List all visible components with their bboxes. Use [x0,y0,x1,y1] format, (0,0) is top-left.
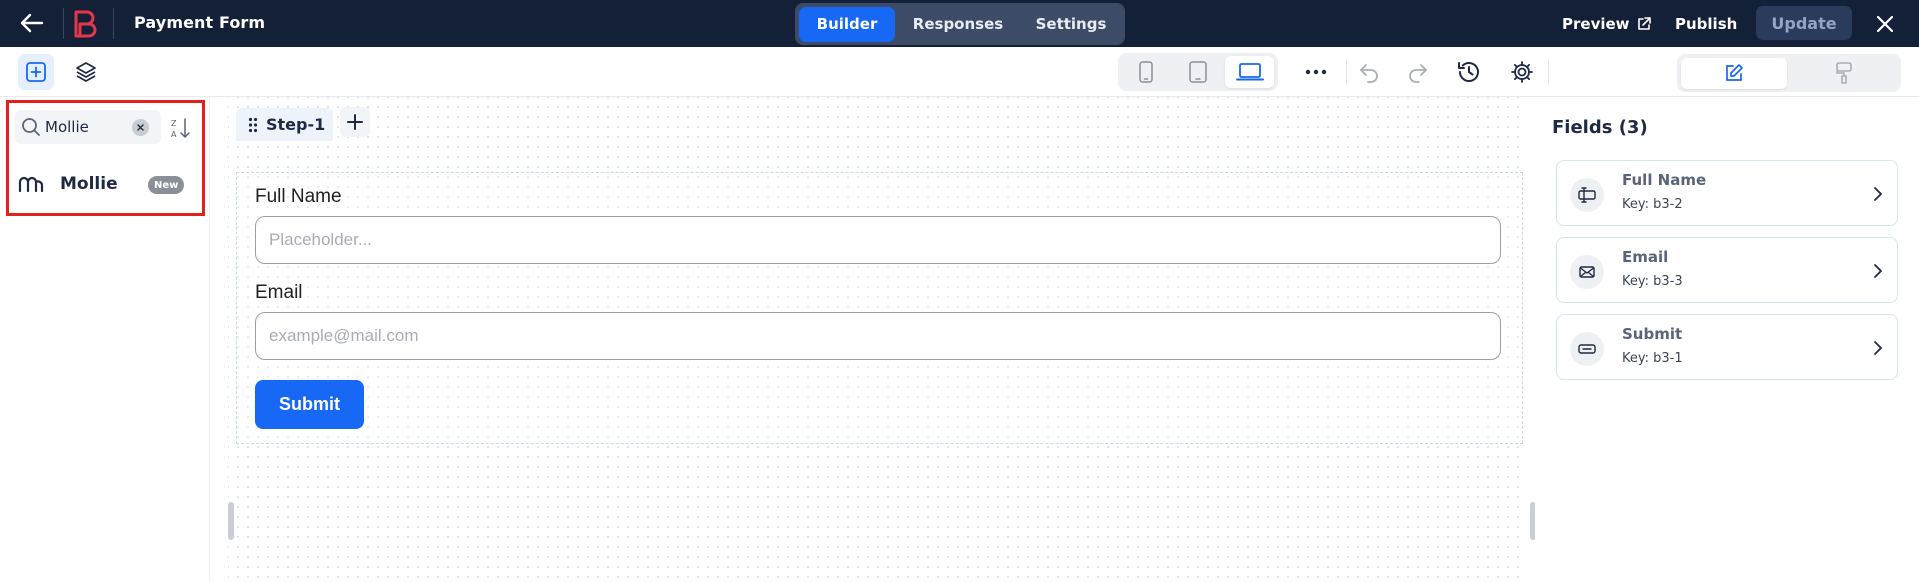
history-button[interactable] [1454,57,1484,87]
field-name: Submit [1622,325,1683,343]
fields-panel: Fields (3) Full Name Key: b3-2 Email Key… [1535,97,1919,582]
toolbar [0,47,1919,97]
edit-icon [1726,64,1743,81]
more-icon [1305,69,1327,75]
field-name: Email [1622,248,1669,266]
divider [1548,59,1549,85]
field-key: Key: b3-2 [1622,197,1683,212]
form-title: Payment Form [134,13,266,32]
device-switcher [1118,53,1278,91]
email-input[interactable] [255,312,1501,360]
field-icon-wrap [1570,178,1604,212]
tab-responses[interactable]: Responses [899,7,1017,42]
tab-step-1[interactable]: Step-1 [236,108,333,141]
layers-button[interactable] [68,54,104,90]
svg-text:A: A [171,130,177,139]
app-logo [72,9,98,39]
divider [1346,59,1347,85]
search-icon [22,118,40,136]
form-canvas: Step-1 Full Name Email Submit [228,97,1536,582]
publish-button[interactable]: Publish [1675,0,1737,47]
external-link-icon [1637,16,1651,30]
form-container: Full Name Email Submit [236,172,1523,444]
panel-mode-toggle [1677,54,1901,92]
chevron-right-icon [1868,184,1888,204]
text-field-icon [1578,187,1596,203]
step-label: Step-1 [266,115,326,134]
email-label: Email [255,282,303,303]
field-card-email[interactable]: Email Key: b3-3 [1556,237,1898,303]
fields-title: Fields (3) [1552,117,1648,138]
style-mode-button[interactable] [1791,58,1897,89]
field-key: Key: b3-1 [1622,351,1683,366]
add-block-button[interactable] [18,54,54,90]
preview-label: Preview [1562,14,1630,33]
top-bar: Payment Form Builder Responses Settings … [0,0,1919,47]
new-badge: New [148,176,185,194]
block-item-mollie[interactable]: Mollie New [18,169,186,199]
back-button[interactable] [14,8,50,38]
undo-button[interactable] [1354,57,1384,87]
button-icon [1578,344,1596,354]
svg-text:Z: Z [171,119,177,128]
field-icon-wrap [1570,255,1604,289]
close-icon [137,124,144,131]
divider [63,8,64,39]
gear-icon [1511,61,1533,83]
field-key: Key: b3-3 [1622,274,1683,289]
resize-handle-left[interactable] [228,502,234,540]
undo-icon [1360,64,1378,83]
full-name-label: Full Name [255,186,342,207]
update-button[interactable]: Update [1756,6,1852,40]
tablet-icon [1188,61,1207,83]
device-tablet[interactable] [1173,56,1222,88]
redo-button[interactable] [1403,57,1433,87]
paint-brush-icon [1836,62,1852,84]
chevron-right-icon [1868,338,1888,358]
field-name: Full Name [1622,171,1707,189]
device-desktop[interactable] [1225,56,1274,88]
block-item-label: Mollie [60,174,118,194]
logo-icon [74,10,97,38]
mollie-icon [18,176,44,193]
email-icon [1579,266,1595,278]
clear-search-button[interactable] [132,119,149,136]
tab-builder[interactable]: Builder [799,6,895,42]
device-mobile[interactable] [1121,56,1170,88]
redo-icon [1409,64,1427,83]
chevron-right-icon [1868,261,1888,281]
mobile-icon [1138,61,1153,83]
close-button[interactable] [1870,9,1900,39]
full-name-input[interactable] [255,216,1501,264]
field-card-full-name[interactable]: Full Name Key: b3-2 [1556,160,1898,226]
arrow-left-icon [20,13,44,33]
divider [113,8,114,39]
mode-tabs: Builder Responses Settings [795,3,1125,45]
submit-button[interactable]: Submit [255,380,364,429]
tab-settings[interactable]: Settings [1021,7,1121,42]
preview-button[interactable]: Preview [1562,0,1651,47]
field-card-submit[interactable]: Submit Key: b3-1 [1556,314,1898,380]
search-input[interactable] [45,118,133,136]
add-block-icon [26,62,46,82]
sort-az-icon: ZA [171,118,190,139]
desktop-icon [1235,63,1264,81]
edit-mode-button[interactable] [1681,57,1787,89]
more-button[interactable] [1301,57,1331,87]
plus-icon [347,114,363,130]
sort-button[interactable]: ZA [170,115,192,141]
settings-button[interactable] [1507,57,1537,87]
block-search[interactable] [15,110,161,144]
history-icon [1458,62,1479,83]
drag-handle-icon [248,117,258,132]
field-icon-wrap [1570,332,1604,366]
add-step-button[interactable] [340,107,370,137]
layers-icon [76,62,96,82]
blocks-panel: ZA Mollie New [0,97,210,582]
close-icon [1876,15,1894,33]
